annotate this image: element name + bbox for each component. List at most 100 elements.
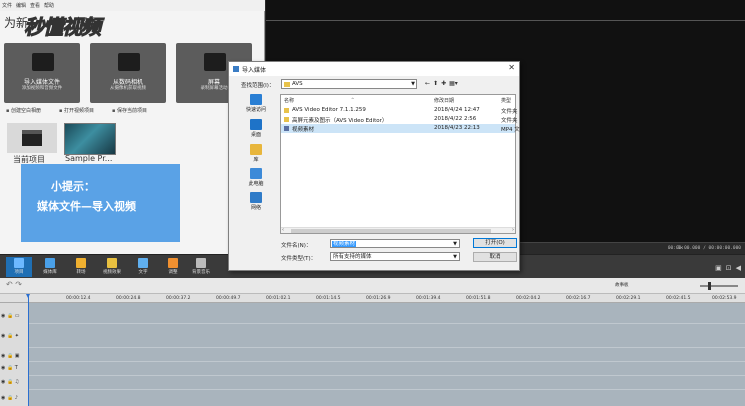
- import-media-dialog: 导入媒体 ✕ 查找范围(I)： AVS ▼ ← ⬆ ✚ ▦▾ 快速访问 桌面 库…: [228, 61, 520, 271]
- video-track-icon[interactable]: ◉ 🔒 ▭: [1, 313, 20, 319]
- save-project-link[interactable]: 保存当前项目: [112, 107, 147, 114]
- audio-track-icon[interactable]: ◉ 🔒 ♫: [1, 379, 19, 385]
- filetype-select[interactable]: 所有支持的媒体 ▼: [330, 252, 460, 261]
- dialog-titlebar[interactable]: 导入媒体: [229, 62, 519, 76]
- close-icon[interactable]: ✕: [508, 63, 515, 72]
- up-folder-icon[interactable]: ⬆: [433, 80, 438, 87]
- desktop-icon: [250, 119, 262, 130]
- folder-icon: [284, 117, 289, 122]
- scrollbar-thumb[interactable]: [291, 229, 491, 233]
- layout-icon[interactable]: ▣: [715, 264, 722, 272]
- places-bar: 快速访问 桌面 库 此电脑 网络: [237, 94, 275, 242]
- file-row[interactable]: 视频素材 2018/4/23 22:13 MP4 文: [281, 124, 520, 133]
- ruler-tick: 00:01:39.4: [416, 296, 441, 301]
- column-name[interactable]: 名称: [284, 97, 294, 104]
- toolbar-label: 视频效果: [103, 270, 121, 275]
- current-project-thumb[interactable]: [7, 123, 57, 153]
- video-effects-icon: [107, 258, 117, 268]
- open-project-link[interactable]: 打开视频项目: [59, 107, 94, 114]
- file-type: MP4 文: [501, 127, 520, 133]
- new-album-link[interactable]: 创建空白相册: [6, 107, 41, 114]
- ruler-tick: 00:00:12.4: [66, 296, 91, 301]
- playhead[interactable]: [26, 294, 30, 406]
- menu-file[interactable]: 文件: [2, 2, 12, 9]
- look-in-value: AVS: [292, 81, 303, 87]
- zoom-slider[interactable]: [700, 282, 738, 290]
- project-links: 创建空白相册 打开视频项目 保存当前项目: [6, 107, 147, 114]
- place-label: 此电脑: [248, 181, 264, 187]
- monitor-icon: [204, 53, 226, 71]
- place-label: 桌面: [250, 132, 261, 138]
- volume-icon[interactable]: ◀: [736, 264, 741, 272]
- column-date[interactable]: 修改日期: [434, 97, 454, 104]
- toolbar-music[interactable]: 背景音乐: [188, 257, 214, 277]
- star-icon: [250, 94, 262, 105]
- toolbar-label: 调整: [168, 270, 178, 275]
- track-divider: [28, 323, 745, 324]
- fullscreen-icon[interactable]: ⊡: [726, 264, 732, 272]
- place-library[interactable]: 库: [237, 144, 275, 163]
- media-library-icon: [45, 258, 55, 268]
- toolbar-adjust[interactable]: 调整: [160, 257, 186, 277]
- place-label: 快速访问: [245, 107, 266, 113]
- new-folder-icon[interactable]: ✚: [441, 80, 446, 87]
- file-row[interactable]: AVS Video Editor 7.1.1.259 2018/4/24 12:…: [281, 106, 518, 115]
- filename-input[interactable]: 视频素材 ▼: [330, 239, 460, 248]
- look-in-dropdown[interactable]: AVS ▼: [281, 79, 417, 89]
- place-desktop[interactable]: 桌面: [237, 119, 275, 138]
- undo-redo-icon[interactable]: ↶ ↷: [6, 280, 22, 289]
- file-date: 2018/4/24 12:47: [434, 107, 480, 113]
- toolbar-text[interactable]: 文字: [130, 257, 156, 277]
- toolbar-video-effects[interactable]: 视频效果: [99, 257, 125, 277]
- ruler-tick: 00:02:16.7: [566, 296, 591, 301]
- timeline-ruler[interactable]: 00:00:12.4 00:00:24.8 00:00:37.2 00:00:4…: [0, 294, 745, 303]
- ruler-tick: 00:01:51.8: [466, 296, 491, 301]
- filename-value: 视频素材: [332, 241, 357, 247]
- back-icon[interactable]: ←: [425, 80, 430, 87]
- file-row[interactable]: 高屏元素及图示（AVS Video Editor） 2018/4/22 2:56…: [281, 115, 518, 124]
- horizontal-scrollbar[interactable]: ‹ ›: [281, 227, 515, 233]
- sample-project-thumb[interactable]: [64, 123, 116, 155]
- toolbar-label: 媒体库: [43, 270, 57, 275]
- toolbar-label: 文字: [138, 270, 148, 275]
- import-media-tile[interactable]: 导入媒体文件 添加视频和音频文件: [4, 43, 80, 103]
- ruler-tick: 00:02:53.9: [712, 296, 737, 301]
- text-track-icon[interactable]: ◉ 🔒 T: [1, 365, 18, 371]
- place-label: 网络: [250, 205, 261, 211]
- library-icon: [250, 144, 262, 155]
- cancel-button[interactable]: 取消: [473, 252, 517, 262]
- place-network[interactable]: 网络: [237, 192, 275, 211]
- timeline-tracks[interactable]: ◉ 🔒 ▭ ◉ 🔒 ✦ ◉ 🔒 ▣ ◉ 🔒 T ◉ 🔒 ♫ ◉ 🔒 ♪: [0, 303, 745, 406]
- open-button[interactable]: 打开(O): [473, 238, 517, 248]
- source-tiles: 导入媒体文件 添加视频和音频文件 从数码相机 从摄像机获取视频 屏幕 录制屏幕活…: [4, 43, 252, 103]
- toolbar-project[interactable]: 项目: [6, 257, 32, 277]
- capture-camera-tile[interactable]: 从数码相机 从摄像机获取视频: [90, 43, 166, 103]
- chevron-down-icon[interactable]: ▼: [453, 240, 457, 248]
- view-menu-icon[interactable]: ▦▾: [449, 80, 458, 87]
- scroll-right-icon[interactable]: ›: [512, 227, 514, 233]
- place-label: 库: [253, 157, 259, 163]
- filename-label: 文件名(N)：: [281, 243, 312, 249]
- file-list-header: 名称 ^ 修改日期 类型: [281, 95, 515, 104]
- place-this-pc[interactable]: 此电脑: [237, 168, 275, 187]
- ruler-tick: 00:01:02.1: [266, 296, 291, 301]
- toolbar-media-library[interactable]: 媒体库: [37, 257, 63, 277]
- view-buttons: ▣ ⊡ ◀: [715, 264, 741, 272]
- scroll-left-icon[interactable]: ‹: [282, 227, 284, 233]
- file-name: AVS Video Editor 7.1.1.259: [292, 107, 366, 113]
- camera-icon: [118, 53, 140, 71]
- storyboard-toggle[interactable]: 故事板: [615, 282, 629, 288]
- tip-box: 小提示： 媒体文件—导入视频: [21, 164, 180, 242]
- music-track-icon[interactable]: ◉ 🔒 ♪: [1, 395, 18, 401]
- column-type[interactable]: 类型: [501, 97, 511, 104]
- effects-track-icon[interactable]: ◉ 🔒 ✦: [1, 333, 19, 339]
- tip-text: 媒体文件—导入视频: [37, 200, 136, 213]
- track-controls: ◉ 🔒 ▭ ◉ 🔒 ✦ ◉ 🔒 ▣ ◉ 🔒 T ◉ 🔒 ♫ ◉ 🔒 ♪: [0, 303, 28, 406]
- file-date: 2018/4/23 22:13: [434, 125, 480, 131]
- ruler-tick: 00:00:24.8: [116, 296, 141, 301]
- track-divider: [28, 389, 745, 390]
- ruler-tick: 00:00:37.2: [166, 296, 191, 301]
- overlay-track-icon[interactable]: ◉ 🔒 ▣: [1, 353, 20, 359]
- place-quick-access[interactable]: 快速访问: [237, 94, 275, 113]
- toolbar-transitions[interactable]: 转场: [68, 257, 94, 277]
